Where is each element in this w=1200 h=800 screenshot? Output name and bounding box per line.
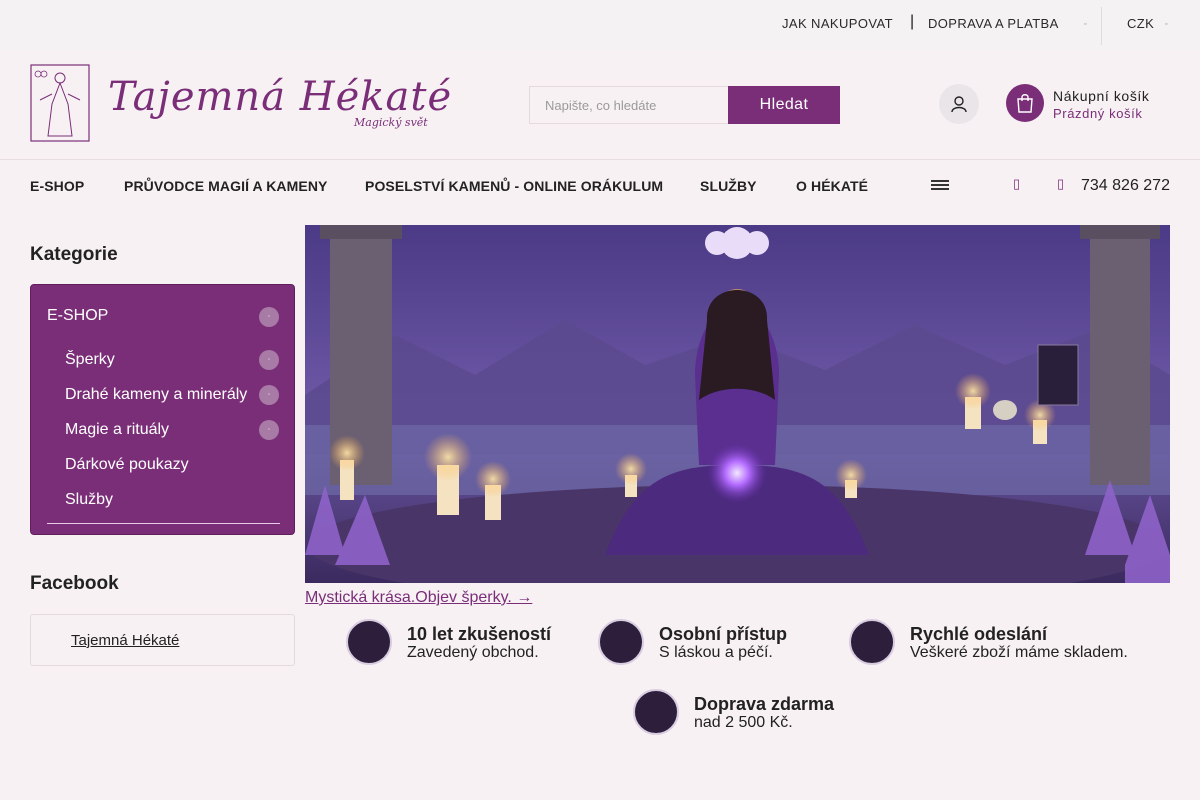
category-item-poukazy[interactable]: Dárkové poukazy xyxy=(65,456,189,474)
category-item-sluzby[interactable]: Služby xyxy=(65,491,113,509)
nav-item-sluzby[interactable]: SLUŽBY xyxy=(700,178,757,194)
feature-subtitle: Veškeré zboží máme skladem. xyxy=(910,644,1128,661)
chevron-down-icon[interactable]: ▫ xyxy=(259,350,279,370)
feature-title: Doprava zdarma xyxy=(694,694,835,714)
phone-icon: ▯ xyxy=(1057,176,1065,191)
facebook-heading: Facebook xyxy=(30,573,119,594)
hourglass-badge-icon xyxy=(346,619,392,665)
category-root-eshop[interactable]: E-SHOP xyxy=(47,307,108,325)
topbar-separator: | xyxy=(910,13,915,30)
hekate-logo-icon[interactable] xyxy=(30,64,90,142)
feature-title: 10 let zkušeností xyxy=(407,624,552,644)
free-shipping-badge-icon xyxy=(633,689,679,735)
hamburger-menu-icon[interactable] xyxy=(931,180,949,190)
chevron-down-icon[interactable]: ▫ xyxy=(259,420,279,440)
category-divider xyxy=(47,523,280,524)
phone-number[interactable]: 734 826 272 xyxy=(1081,177,1170,195)
user-account-button[interactable] xyxy=(939,84,979,124)
feature-subtitle: S láskou a péčí. xyxy=(659,644,773,661)
brand-tagline: Magický svět xyxy=(354,116,428,129)
category-menu: E-SHOP ▫ Šperky ▫ Drahé kameny a minerál… xyxy=(30,284,295,535)
cart-button[interactable] xyxy=(1006,84,1044,122)
currency-chevron-icon[interactable]: ▫ xyxy=(1165,21,1167,28)
banner-caption-link[interactable]: Mystická krása.Objev šperky. → xyxy=(305,589,532,607)
category-item-sperky[interactable]: Šperky xyxy=(65,351,115,369)
chevron-down-icon[interactable]: ▫ xyxy=(259,307,279,327)
site-header: Tajemná Hékaté Magický svět Hledat Nákup… xyxy=(0,50,1200,160)
feature-title: Osobní přístup xyxy=(659,624,787,644)
currency-selector[interactable]: CZK xyxy=(1127,16,1154,31)
chevron-down-icon[interactable]: ▫ xyxy=(259,385,279,405)
category-item-drahe-kameny[interactable]: Drahé kameny a minerály xyxy=(65,386,247,404)
shopping-bag-icon xyxy=(1017,94,1033,113)
meditating-woman-illustration xyxy=(305,225,1170,583)
topbar-divider xyxy=(1101,7,1102,45)
nav-item-pruvodce[interactable]: PRŮVODCE MAGIÍ A KAMENY xyxy=(124,178,328,194)
search-button[interactable]: Hledat xyxy=(728,86,840,124)
user-icon xyxy=(951,96,967,113)
nav-item-o-hekate[interactable]: O HÉKATÉ xyxy=(796,178,868,194)
main-navigation: E-SHOP PRŮVODCE MAGIÍ A KAMENY POSELSTVÍ… xyxy=(0,160,1200,210)
cart-status[interactable]: Prázdný košík xyxy=(1053,106,1142,121)
nav-item-eshop[interactable]: E-SHOP xyxy=(30,178,84,194)
categories-heading: Kategorie xyxy=(30,244,118,265)
personal-approach-badge-icon xyxy=(598,619,644,665)
feature-subtitle: nad 2 500 Kč. xyxy=(694,714,793,731)
hero-banner-image[interactable] xyxy=(305,225,1170,583)
email-icon[interactable]: ▯ xyxy=(1013,176,1020,192)
facebook-widget: Tajemná Hékaté xyxy=(30,614,295,666)
fast-shipping-badge-icon xyxy=(849,619,895,665)
nav-item-poselstvi[interactable]: POSELSTVÍ KAMENŮ - ONLINE ORÁKULUM xyxy=(365,178,663,194)
category-item-magie[interactable]: Magie a rituály xyxy=(65,421,169,439)
feature-title: Rychlé odeslání xyxy=(910,624,1048,644)
search-input[interactable] xyxy=(529,86,729,124)
brand-name[interactable]: Tajemná Hékaté xyxy=(108,74,452,120)
cart-title[interactable]: Nákupní košík xyxy=(1053,88,1150,104)
chevron-down-icon[interactable]: ▫ xyxy=(1084,21,1086,28)
feature-subtitle: Zavedený obchod. xyxy=(407,644,539,661)
facebook-page-link[interactable]: Tajemná Hékaté xyxy=(71,632,179,649)
link-doprava-a-platba[interactable]: DOPRAVA A PLATBA xyxy=(928,16,1059,31)
link-jak-nakupovat[interactable]: JAK NAKUPOVAT xyxy=(782,16,893,31)
top-bar: JAK NAKUPOVAT | DOPRAVA A PLATBA ▫ CZK ▫ xyxy=(0,0,1200,50)
